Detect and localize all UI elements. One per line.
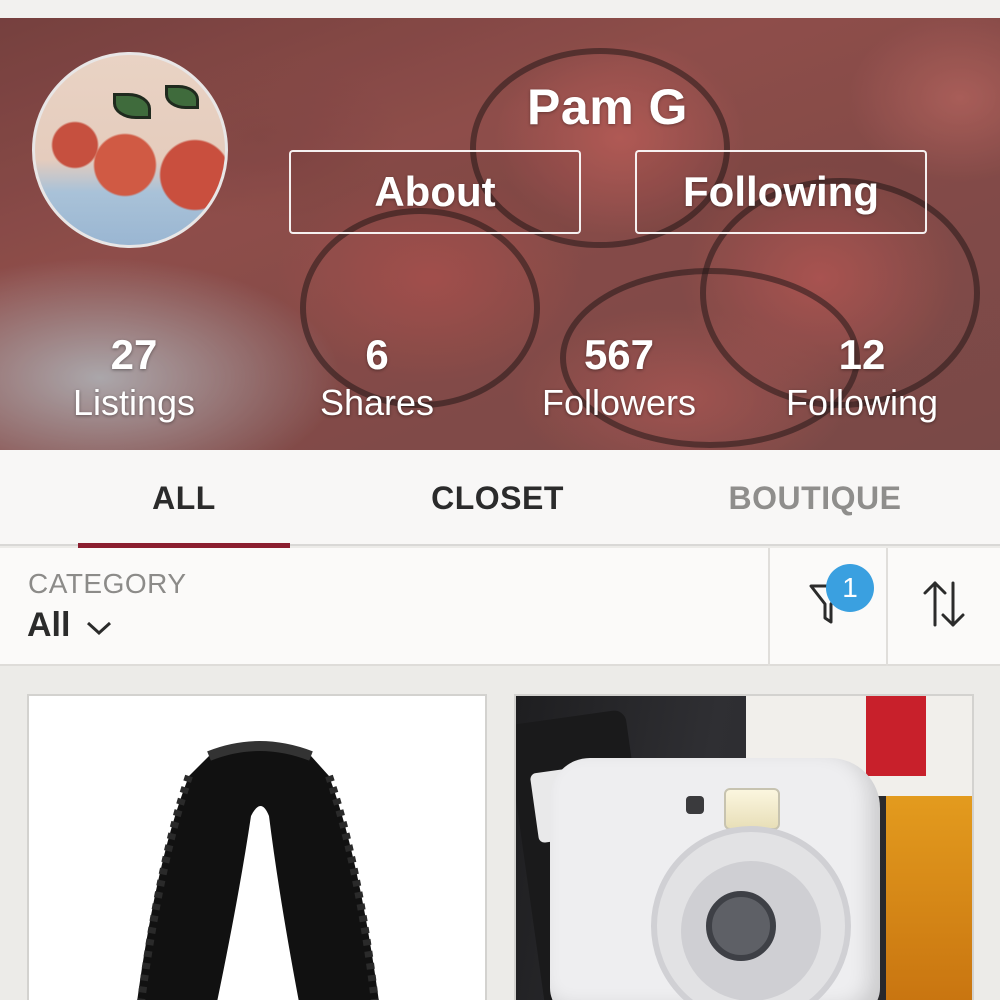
listing-image	[137, 741, 379, 1000]
category-label: CATEGORY	[28, 568, 187, 599]
following-button[interactable]: Following	[635, 150, 927, 234]
category-dropdown[interactable]: All	[27, 606, 112, 645]
stat-value: 567	[583, 331, 655, 378]
top-strip	[0, 0, 1000, 18]
tab-all[interactable]: ALL	[78, 450, 290, 548]
tab-boutique[interactable]: BOUTIQUE	[700, 450, 930, 546]
image-detail	[886, 796, 972, 1000]
filter-button[interactable]	[770, 548, 886, 664]
image-detail	[866, 696, 926, 776]
sort-button[interactable]	[888, 548, 1000, 664]
stat-listings[interactable]: 27 Listings	[24, 330, 244, 426]
category-value: All	[27, 606, 71, 644]
stat-label: Shares	[319, 382, 435, 423]
chevron-down-icon	[86, 606, 112, 645]
sort-icon	[921, 579, 967, 634]
avatar-leaf	[113, 93, 151, 119]
listing-card[interactable]	[27, 694, 487, 1000]
avatar[interactable]	[32, 52, 228, 248]
profile-name: Pam G	[527, 79, 688, 135]
closet-tabs: ALL CLOSET BOUTIQUE	[0, 450, 1000, 548]
image-detail	[706, 891, 776, 961]
stat-label: Followers	[541, 382, 697, 423]
image-detail	[724, 788, 780, 830]
stat-value: 27	[110, 331, 158, 378]
image-detail	[686, 796, 704, 814]
about-button[interactable]: About	[289, 150, 581, 234]
avatar-leaf	[165, 85, 199, 109]
stat-label: Following	[785, 382, 939, 423]
stat-followers[interactable]: 567 Followers	[509, 330, 729, 426]
stat-shares[interactable]: 6 Shares	[267, 330, 487, 426]
stat-following[interactable]: 12 Following	[752, 330, 972, 426]
stat-value: 12	[838, 331, 886, 378]
stat-label: Listings	[72, 382, 196, 423]
listing-card[interactable]	[514, 694, 974, 1000]
stat-value: 6	[365, 331, 389, 378]
tab-closet[interactable]: CLOSET	[390, 450, 605, 546]
filter-count-badge: 1	[826, 564, 874, 612]
